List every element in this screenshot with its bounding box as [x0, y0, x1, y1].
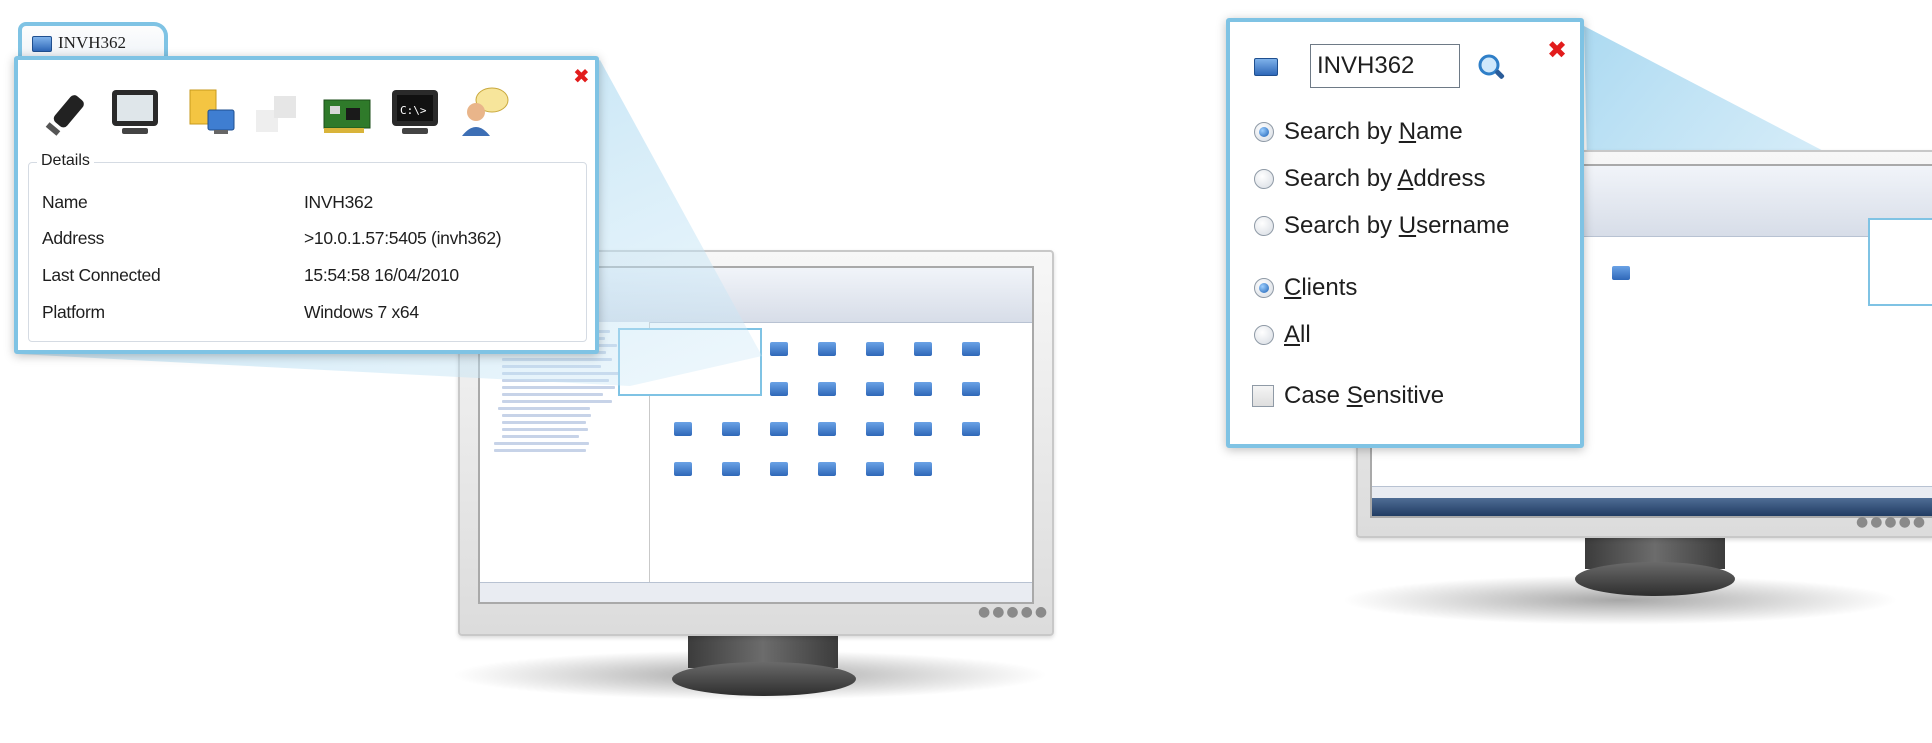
detail-key-address: Address: [42, 228, 105, 248]
search-input[interactable]: [1310, 44, 1460, 88]
network-card-icon[interactable]: [320, 88, 374, 142]
case-sensitive-checkbox[interactable]: Case Sensitive: [1252, 382, 1444, 410]
monitor-right-base: [1575, 562, 1735, 596]
computer-icon: [32, 36, 52, 52]
monitor-right-buttons: ●●●●●: [1856, 514, 1928, 530]
close-icon[interactable]: ✖: [1547, 36, 1567, 64]
radio-label: Search by Address: [1284, 165, 1486, 192]
window-copy-icon[interactable]: [250, 90, 304, 144]
detail-key-last-connected: Last Connected: [42, 265, 161, 285]
search-popup: ✖ Search by Name Search by Address Searc…: [1226, 18, 1584, 448]
detail-key-name: Name: [42, 192, 88, 212]
radio-clients[interactable]: Clients: [1254, 274, 1357, 302]
radio-search-by-name[interactable]: Search by Name: [1254, 118, 1463, 146]
usb-plug-icon[interactable]: [40, 88, 94, 142]
radio-search-by-address[interactable]: Search by Address: [1254, 165, 1485, 193]
radio-all[interactable]: All: [1254, 321, 1311, 349]
radio-button[interactable]: [1254, 216, 1274, 236]
radio-label: Clients: [1284, 274, 1358, 301]
details-group-title: Details: [37, 152, 94, 170]
detail-value-address: >10.0.1.57:5405 (invh362): [304, 228, 502, 248]
details-tab-title: INVH362: [58, 33, 126, 52]
search-icon[interactable]: [1476, 52, 1508, 84]
details-popup: ✖ C:\> Details Name INVH362 Address >10.…: [14, 56, 599, 354]
chat-user-icon[interactable]: [458, 84, 512, 138]
computer-icon: [1254, 58, 1278, 76]
radio-button[interactable]: [1254, 325, 1274, 345]
radio-button[interactable]: [1254, 122, 1274, 142]
close-icon[interactable]: ✖: [573, 64, 590, 88]
monitor-icon[interactable]: [108, 86, 162, 140]
detail-value-last-connected: 15:54:58 16/04/2010: [304, 265, 459, 285]
radio-label: Search by Name: [1284, 118, 1463, 145]
file-transfer-icon[interactable]: [184, 86, 238, 140]
detail-value-platform: Windows 7 x64: [304, 302, 419, 322]
checkbox-label: Case Sensitive: [1284, 382, 1445, 409]
radio-button[interactable]: [1254, 278, 1274, 298]
radio-button[interactable]: [1254, 169, 1274, 189]
radio-label: All: [1284, 321, 1311, 348]
radio-search-by-username[interactable]: Search by Username: [1254, 212, 1509, 240]
svg-text:C:\>: C:\>: [400, 104, 427, 117]
mini-taskbar-right: [1372, 498, 1932, 516]
mini-search-popup: [1868, 218, 1932, 306]
detail-value-name: INVH362: [304, 192, 373, 212]
radio-label: Search by Username: [1284, 212, 1510, 239]
detail-key-platform: Platform: [42, 302, 105, 322]
command-prompt-icon[interactable]: C:\>: [388, 86, 442, 140]
checkbox[interactable]: [1252, 385, 1274, 407]
